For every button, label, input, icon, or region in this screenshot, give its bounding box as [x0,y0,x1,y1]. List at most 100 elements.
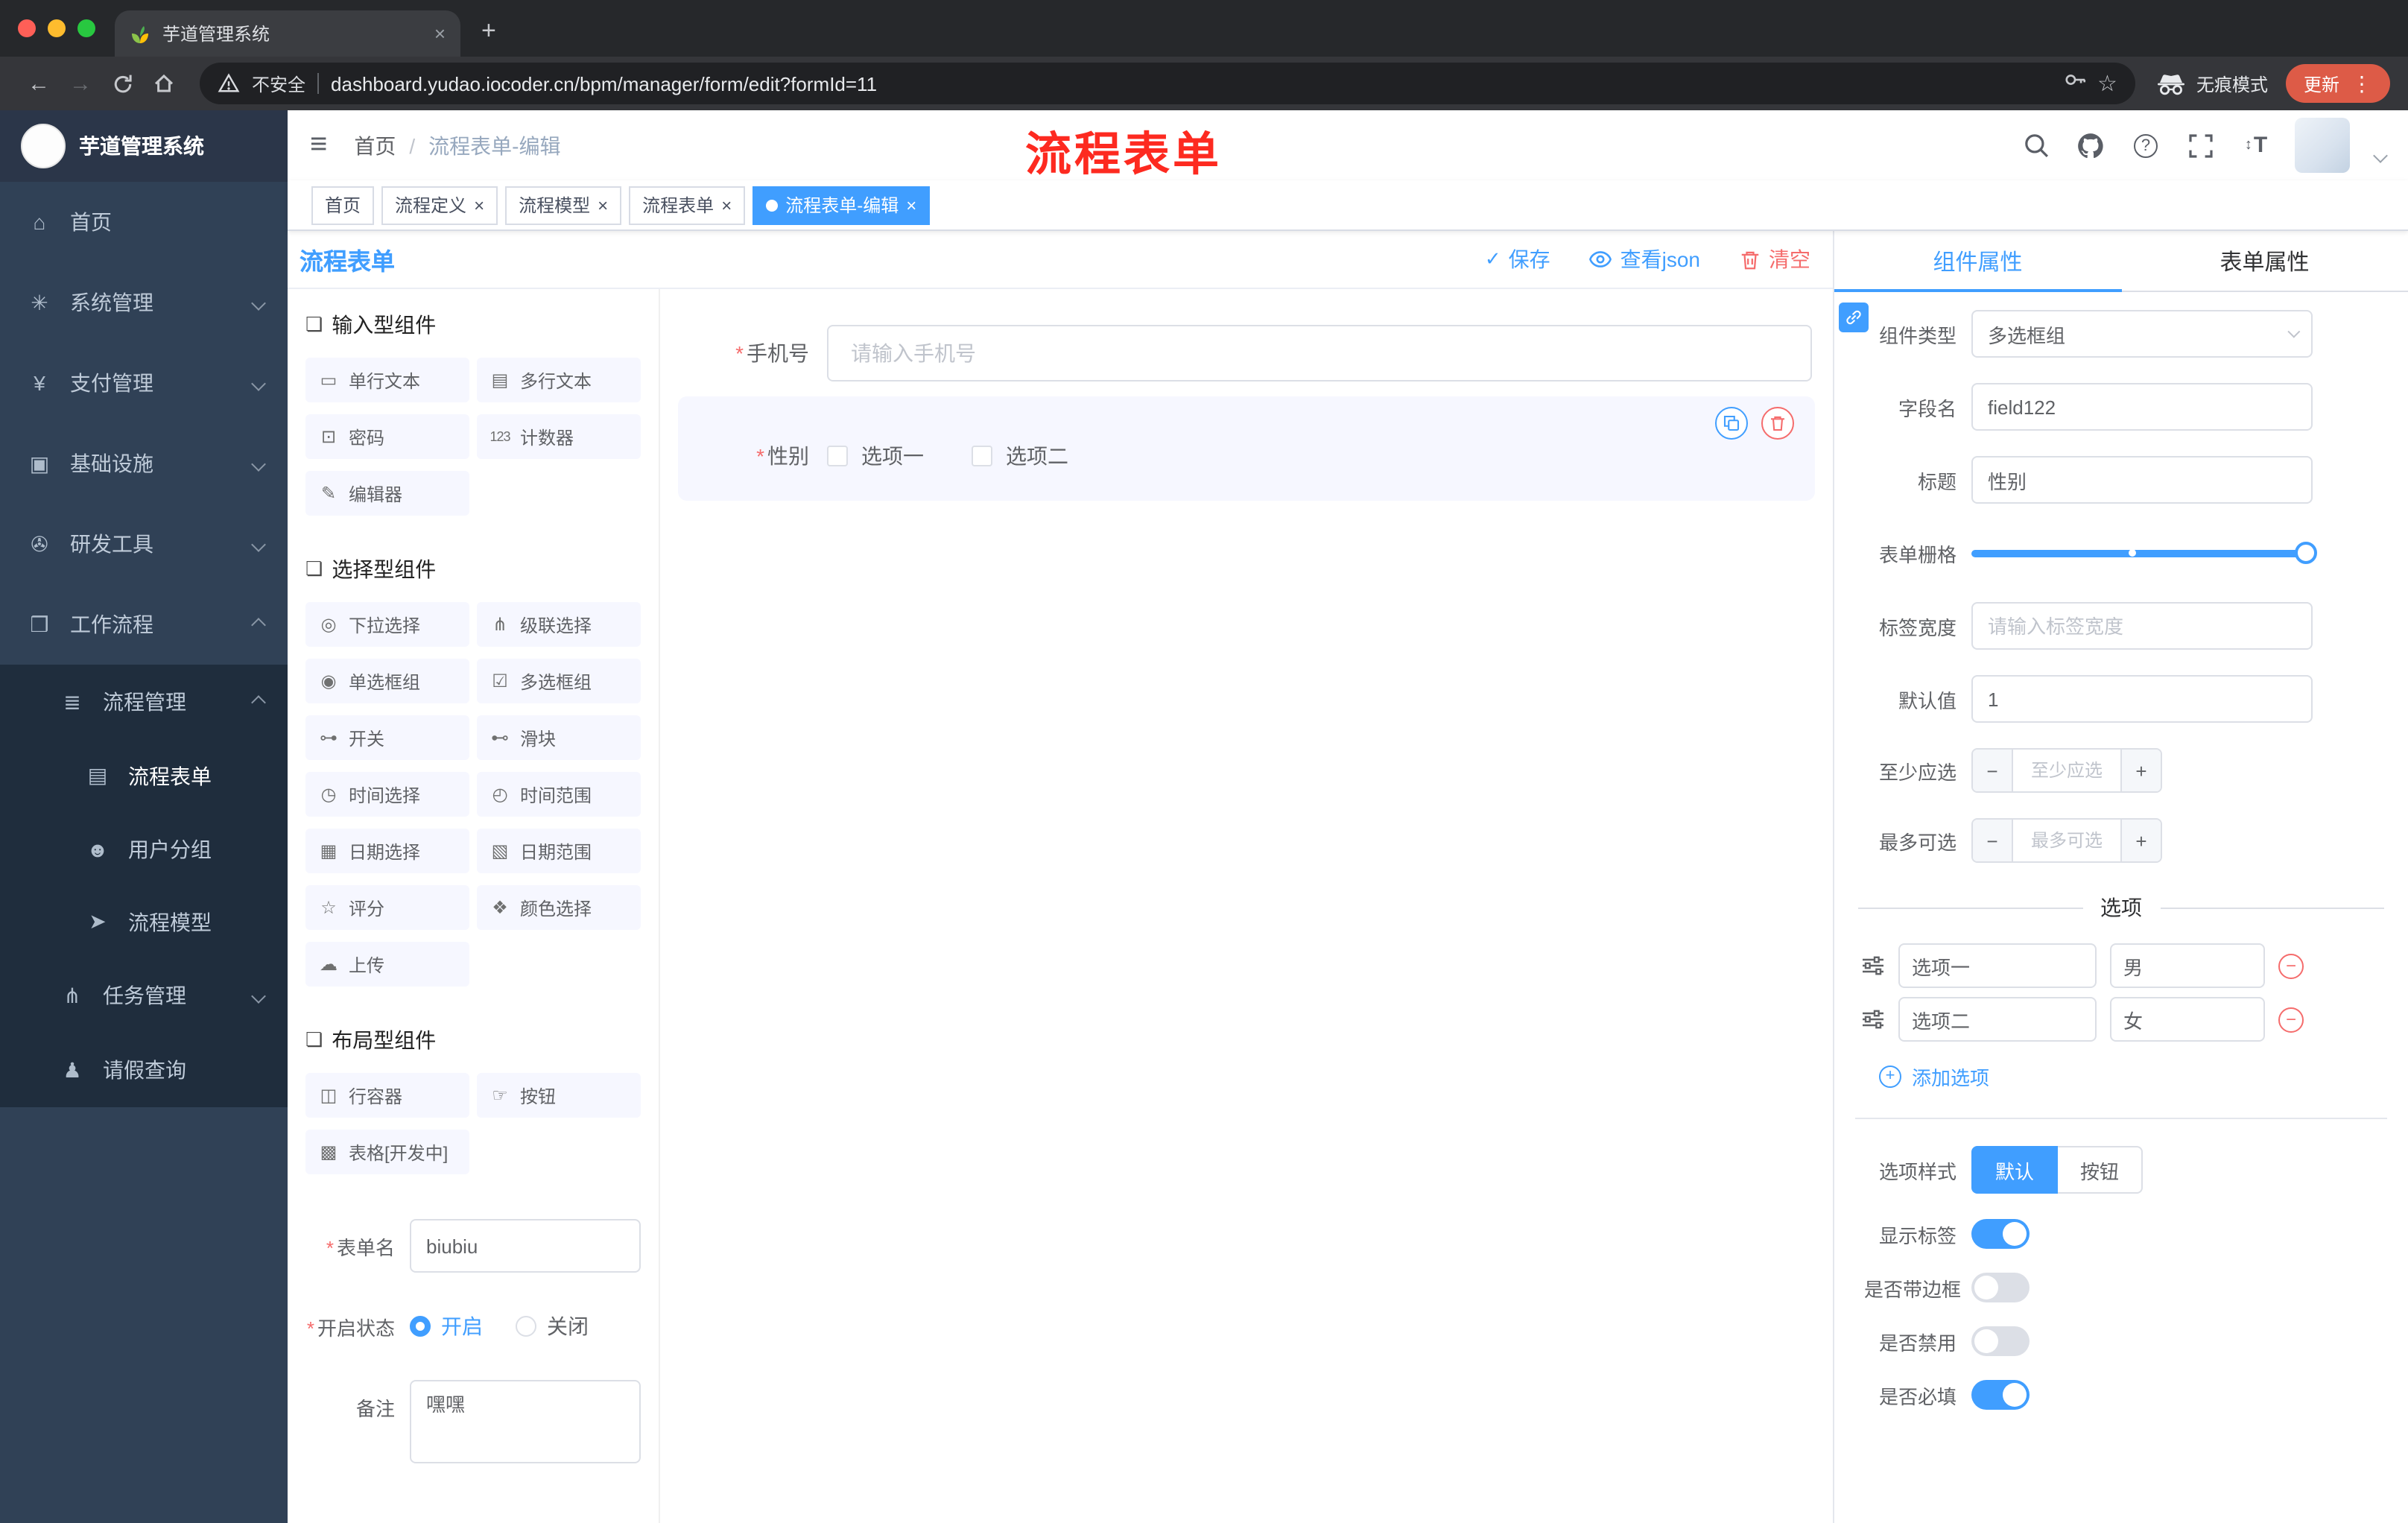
gender-option1-checkbox[interactable]: 选项一 [827,441,924,471]
component-color-picker[interactable]: ❖ 颜色选择 [477,885,641,930]
tag-process-form[interactable]: 流程表单 × [629,186,746,224]
reload-button[interactable] [101,63,143,104]
option1-name-input[interactable] [1898,943,2097,988]
sidebar-item-devtools[interactable]: ✇ 研发工具 [0,504,288,584]
remove-option-button[interactable]: − [2278,1007,2304,1032]
avatar-caret-icon[interactable] [2373,148,2388,163]
tag-close-icon[interactable]: × [598,196,608,214]
sidebar-toggle-icon[interactable]: ≡ [310,128,327,162]
form-canvas[interactable]: * 手机号 请输入手机号 * 性别 选项一 选项二 [660,289,1833,1523]
component-cascader[interactable]: ⋔ 级联选择 [477,602,641,647]
border-switch[interactable] [1971,1273,2030,1302]
forward-button[interactable]: → [60,63,101,104]
decrease-button[interactable]: − [1973,750,2013,791]
style-default-button[interactable]: 默认 [1971,1146,2059,1194]
component-row-container[interactable]: ◫ 行容器 [305,1073,469,1118]
drag-handle-icon[interactable] [1861,1007,1885,1031]
delete-field-button[interactable] [1761,407,1794,440]
component-dropdown[interactable]: ◎ 下拉选择 [305,602,469,647]
clear-button[interactable]: 清空 [1739,244,1810,274]
avatar[interactable] [2295,118,2350,173]
status-on-radio[interactable]: 开启 [410,1311,483,1341]
browser-tab[interactable]: 芋道管理系统 × [115,10,460,57]
option1-value-input[interactable] [2110,943,2265,988]
component-checkbox-group[interactable]: ☑ 多选框组 [477,659,641,703]
phone-input[interactable] [827,325,1812,381]
default-value-input[interactable] [1971,675,2313,723]
password-key-icon[interactable] [2063,69,2085,98]
browser-update-button[interactable]: 更新 ⋮ [2285,64,2390,103]
remove-option-button[interactable]: − [2278,953,2304,978]
sidebar-item-leave-query[interactable]: ♟ 请假查询 [0,1033,288,1107]
github-icon[interactable] [2074,129,2107,162]
component-time-range[interactable]: ◴ 时间范围 [477,772,641,817]
search-icon[interactable] [2019,129,2052,162]
tab-form-props[interactable]: 表单属性 [2121,231,2408,291]
sidebar-item-payment[interactable]: ¥ 支付管理 [0,343,288,423]
form-remark-textarea[interactable]: 嘿嘿 [410,1380,641,1463]
component-type-select[interactable]: 多选框组 [1971,310,2313,358]
required-switch[interactable] [1971,1380,2030,1410]
component-button[interactable]: ☞ 按钮 [477,1073,641,1118]
sidebar-item-user-group[interactable]: ☻ 用户分组 [0,812,288,885]
breadcrumb-home[interactable]: 首页 [354,130,396,160]
component-slider[interactable]: ⊷ 滑块 [477,715,641,760]
status-off-radio[interactable]: 关闭 [516,1311,589,1341]
bookmark-star-icon[interactable]: ☆ [2097,70,2117,97]
slider-handle[interactable] [2295,542,2317,564]
form-name-input[interactable] [410,1219,641,1273]
component-switch[interactable]: ⊶ 开关 [305,715,469,760]
app-logo[interactable]: 芋道管理系统 [0,110,288,182]
sidebar-item-system[interactable]: ✳ 系统管理 [0,262,288,343]
option2-name-input[interactable] [1898,997,2097,1042]
sidebar-item-workflow[interactable]: ❒ 工作流程 [0,584,288,665]
sidebar-item-infra[interactable]: ▣ 基础设施 [0,423,288,504]
min-select-input[interactable] [2013,750,2120,791]
component-time-picker[interactable]: ◷ 时间选择 [305,772,469,817]
address-bar[interactable]: 不安全 dashboard.yudao.iocoder.cn/bpm/manag… [200,63,2135,104]
increase-button[interactable]: + [2120,820,2161,861]
window-close-button[interactable] [18,19,36,37]
decrease-button[interactable]: − [1973,820,2013,861]
tag-process-form-edit[interactable]: 流程表单-编辑 × [752,186,931,224]
copy-field-button[interactable] [1715,407,1748,440]
option2-value-input[interactable] [2110,997,2265,1042]
component-counter[interactable]: 123 计数器 [477,414,641,459]
component-date-picker[interactable]: ▦ 日期选择 [305,829,469,873]
selected-field-gender[interactable]: * 性别 选项一 选项二 [678,396,1815,501]
help-icon[interactable]: ? [2129,129,2162,162]
form-grid-slider[interactable] [1971,529,2317,577]
tab-component-props[interactable]: 组件属性 [1834,231,2121,292]
tag-process-definition[interactable]: 流程定义 × [381,186,498,224]
label-width-input[interactable] [1971,602,2313,650]
component-radio-group[interactable]: ◉ 单选框组 [305,659,469,703]
sidebar-item-home[interactable]: ⌂ 首页 [0,182,288,262]
style-button-button[interactable]: 按钮 [2058,1146,2144,1194]
component-upload[interactable]: ☁ 上传 [305,942,469,987]
window-minimize-button[interactable] [48,19,66,37]
phone-field-row[interactable]: * 手机号 [678,325,1812,381]
field-name-input[interactable] [1971,383,2313,431]
tag-close-icon[interactable]: × [474,196,484,214]
disabled-switch[interactable] [1971,1326,2030,1356]
drag-handle-icon[interactable] [1861,954,1885,978]
max-select-input[interactable] [2013,820,2120,861]
show-label-switch[interactable] [1971,1219,2030,1249]
component-rate[interactable]: ☆ 评分 [305,885,469,930]
add-option-button[interactable]: + 添加选项 [1879,1063,2408,1091]
component-password[interactable]: ⊡ 密码 [305,414,469,459]
font-size-icon[interactable]: ↕ T [2240,129,2272,162]
home-button[interactable] [143,63,185,104]
component-date-range[interactable]: ▧ 日期范围 [477,829,641,873]
save-button[interactable]: ✓ 保存 [1485,244,1550,274]
component-table[interactable]: ▩ 表格[开发中] [305,1130,469,1174]
gender-option2-checkbox[interactable]: 选项二 [972,441,1068,471]
tag-close-icon[interactable]: × [721,196,732,214]
browser-menu-icon[interactable]: ⋮ [2351,71,2372,96]
fullscreen-icon[interactable] [2184,129,2217,162]
sidebar-item-task-mgmt[interactable]: ⋔ 任务管理 [0,958,288,1033]
increase-button[interactable]: + [2120,750,2161,791]
view-json-button[interactable]: 查看json [1589,244,1700,274]
title-input[interactable] [1971,456,2313,504]
window-zoom-button[interactable] [77,19,95,37]
